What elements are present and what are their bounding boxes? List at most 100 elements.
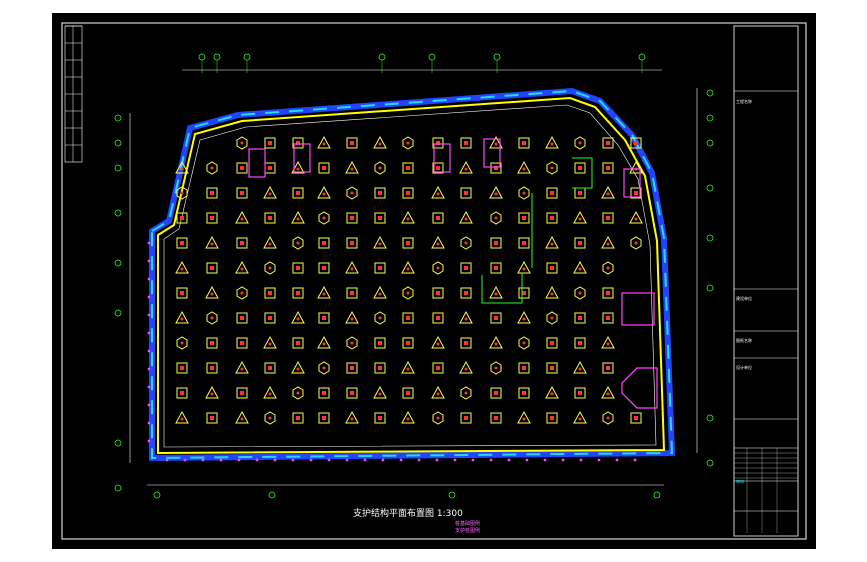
column (464, 241, 468, 245)
axis-bubble (268, 491, 276, 499)
column (322, 416, 326, 420)
column (240, 417, 244, 421)
column (550, 166, 554, 170)
axis-bubble (114, 259, 122, 267)
column (378, 242, 382, 246)
column (296, 266, 300, 270)
column (578, 391, 582, 395)
column (436, 392, 440, 396)
column (464, 217, 468, 221)
column (210, 166, 214, 170)
axis-bubble (706, 459, 714, 467)
column (268, 242, 272, 246)
column (634, 416, 638, 420)
column (296, 217, 300, 221)
column (522, 191, 526, 195)
column (464, 416, 468, 420)
column (406, 391, 410, 395)
column (550, 366, 554, 370)
column (634, 141, 638, 145)
support-pile (273, 458, 277, 462)
column (578, 217, 582, 221)
support-pile (183, 458, 187, 462)
support-pile (507, 458, 511, 462)
column (210, 292, 214, 296)
column (322, 241, 326, 245)
column (494, 342, 498, 346)
support-pile (471, 458, 475, 462)
column (464, 367, 468, 371)
column (550, 392, 554, 396)
support-pile (147, 277, 151, 281)
column (322, 292, 326, 296)
column (578, 241, 582, 245)
excavation-line (163, 104, 657, 448)
support-pile (525, 458, 529, 462)
legend-item-1: 桩基础图例 (455, 521, 481, 527)
support-pile (147, 349, 151, 353)
column (240, 367, 244, 371)
column (406, 241, 410, 245)
axis-bubble (706, 139, 714, 147)
column (436, 242, 440, 246)
column (378, 292, 382, 296)
column (378, 142, 382, 146)
support-pile (147, 331, 151, 335)
column (350, 341, 354, 345)
column (550, 416, 554, 420)
column (550, 266, 554, 270)
cad-viewport[interactable]: 支护结构平面布置图 1:300 桩基础图例 支护桩图例 工程名称 建设单位 图纸… (52, 13, 816, 549)
column (634, 241, 638, 245)
column (240, 316, 244, 320)
axis-bubble (428, 53, 436, 61)
column (296, 416, 300, 420)
retaining-wall-inner (157, 96, 666, 455)
column (180, 291, 184, 295)
column (240, 166, 244, 170)
column (240, 217, 244, 221)
column (350, 291, 354, 295)
support-pile (561, 458, 565, 462)
column (522, 267, 526, 271)
column (180, 267, 184, 271)
support-pile (147, 313, 151, 317)
support-pile (147, 259, 151, 263)
column (350, 141, 354, 145)
support-pile (363, 458, 367, 462)
column (606, 342, 610, 346)
column (494, 266, 498, 270)
column (296, 241, 300, 245)
column (606, 316, 610, 320)
title-block-client: 建设单位 (736, 296, 752, 301)
column (406, 291, 410, 295)
column (268, 266, 272, 270)
title-block-designer-org: 设计单位 (736, 365, 752, 370)
support-pile (453, 458, 457, 462)
column (268, 166, 272, 170)
column (240, 141, 244, 145)
support-pile (615, 458, 619, 462)
column (634, 191, 638, 195)
column (522, 341, 526, 345)
column (494, 316, 498, 320)
axis-bubble (706, 114, 714, 122)
column (322, 266, 326, 270)
column (634, 217, 638, 221)
column (494, 192, 498, 196)
support-pile (165, 458, 169, 462)
column (296, 341, 300, 345)
column (296, 391, 300, 395)
column (464, 317, 468, 321)
axis-bubble (378, 53, 386, 61)
support-pile (579, 458, 583, 462)
column (210, 242, 214, 246)
column (296, 367, 300, 371)
column (296, 291, 300, 295)
column (296, 317, 300, 321)
column (436, 316, 440, 320)
column (322, 366, 326, 370)
drawing-title: 支护结构平面布置图 1:300 (353, 509, 463, 519)
column (180, 191, 184, 195)
column (322, 316, 326, 320)
column (578, 267, 582, 271)
